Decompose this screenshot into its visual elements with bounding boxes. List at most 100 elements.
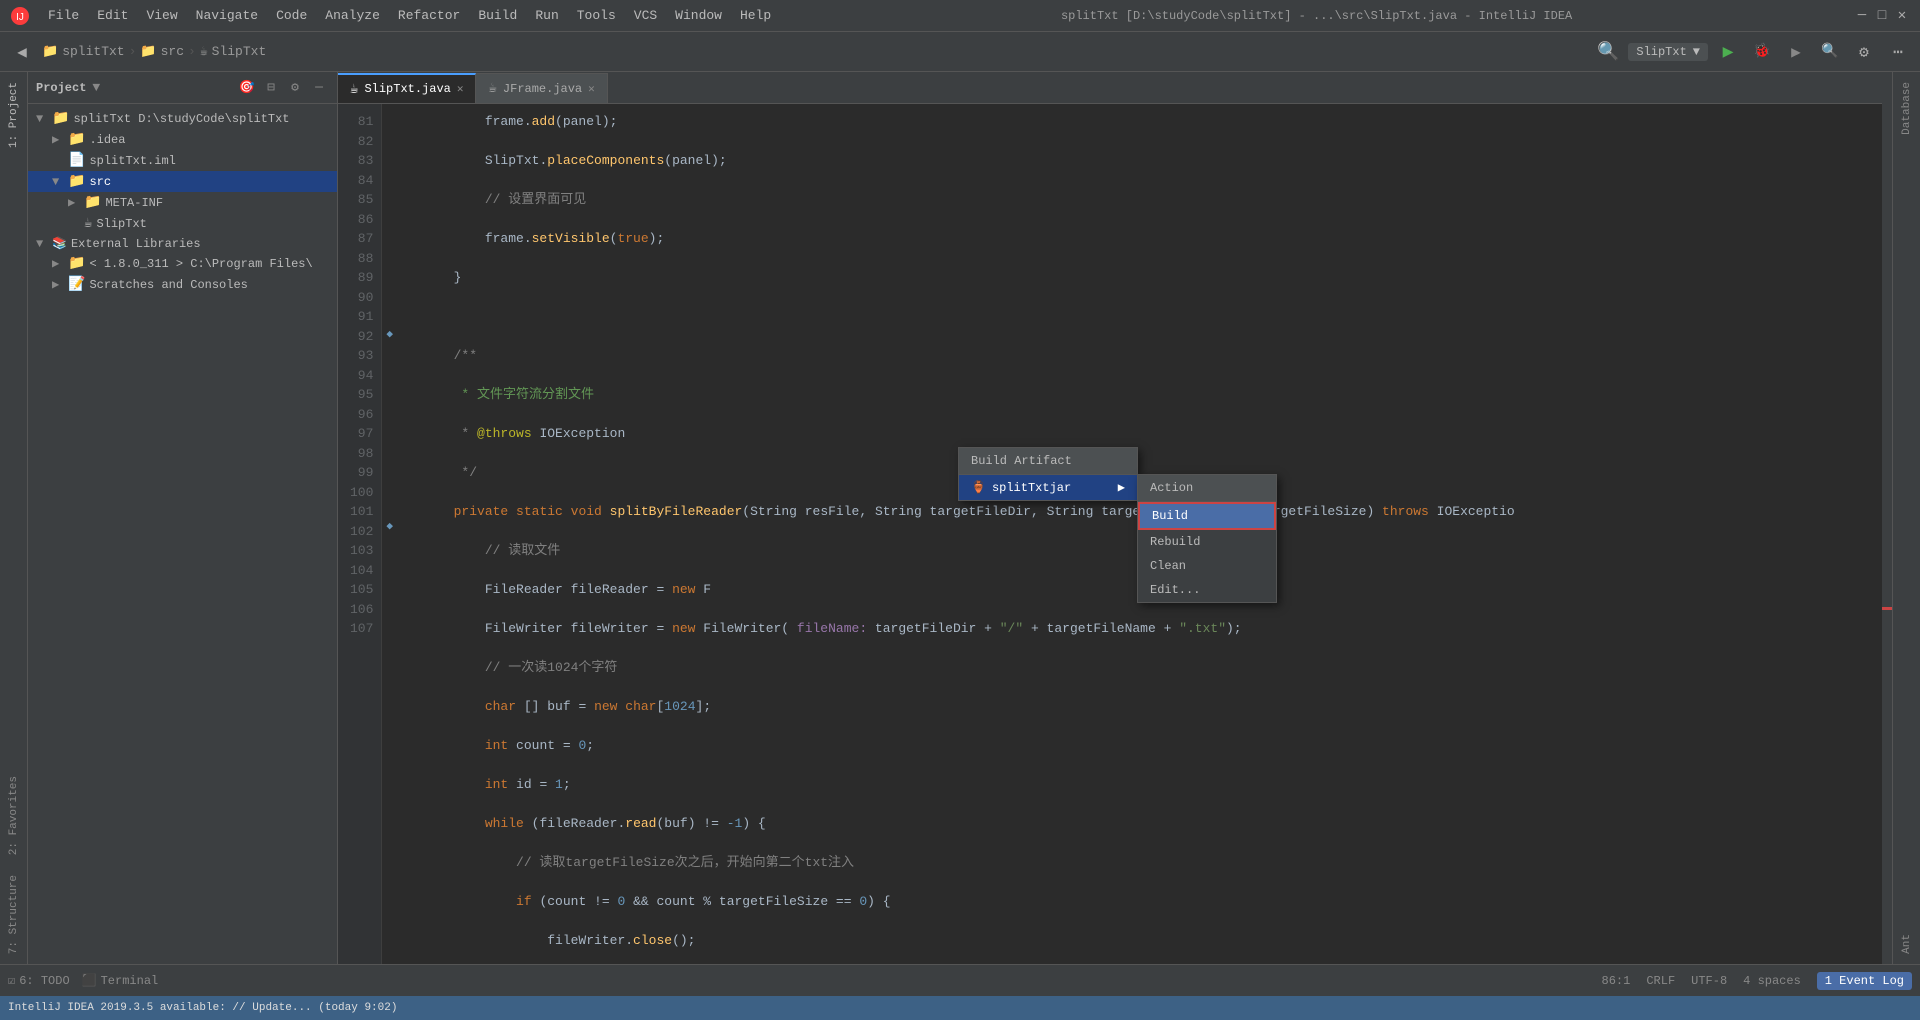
menu-file[interactable]: File [40,6,87,25]
breadcrumb-file[interactable]: SlipTxt [212,44,267,59]
menu-run[interactable]: Run [527,6,566,25]
artifact-row: 🏺 splitTxtjar ▶ Action Build Rebuild [959,475,1137,500]
search-button[interactable]: 🔍 [1816,38,1844,66]
window-controls: ─ □ ✕ [1854,8,1910,24]
build-artifact-header: Build Artifact [959,448,1137,475]
menu-edit[interactable]: Edit [89,6,136,25]
collapse-all-icon[interactable]: ⊟ [261,78,281,98]
error-mark [1882,607,1892,610]
menu-vcs[interactable]: VCS [626,6,665,25]
tree-item-scratches[interactable]: ▶ 📝 Scratches and Consoles [28,274,337,295]
artifact-name: splitTxtjar [992,481,1071,495]
breadcrumb-project[interactable]: splitTxt [62,44,124,59]
tree-item-external-libs[interactable]: ▼ 📚 External Libraries [28,234,337,253]
action-edit[interactable]: Edit... [1138,578,1276,602]
gutter: . . . . . . . . . . . ◆ . . . . . . . . [382,104,410,964]
status-info: 86:1 CRLF UTF-8 4 spaces [1602,974,1801,988]
run-button[interactable]: ▶ [1714,38,1742,66]
action-build[interactable]: Build [1138,502,1276,530]
tree-item-src[interactable]: ▼ 📁 src [28,171,337,192]
tab-bar: ☕ SlipTxt.java ✕ ☕ JFrame.java ✕ [338,72,1892,104]
tab-jframe-close[interactable]: ✕ [588,82,595,96]
svg-text:IJ: IJ [16,12,24,23]
project-panel-header: Project ▼ 🎯 ⊟ ⚙ ─ [28,72,337,104]
database-panel-tab[interactable]: Database [1897,72,1917,145]
debug-button[interactable]: 🐞 [1748,38,1776,66]
favorites-panel-tab[interactable]: 2: Favorites [4,766,24,865]
menu-help[interactable]: Help [732,6,779,25]
terminal-tab[interactable]: ⬛ Terminal [82,973,159,988]
project-panel: Project ▼ 🎯 ⊟ ⚙ ─ ▼ 📁 splitTxt D:\studyC… [28,72,338,964]
tab-jframe-icon: ☕ [488,80,496,97]
close-panel-icon[interactable]: ─ [309,78,329,98]
menu-refactor[interactable]: Refactor [390,6,468,25]
tree-item-sliptxt[interactable]: ▶ ☕ SlipTxt [28,213,337,234]
terminal-icon: ⬛ [82,973,97,988]
rebuild-label: Rebuild [1150,535,1200,549]
menu-navigate[interactable]: Navigate [188,6,266,25]
coverage-button[interactable]: ▶ [1782,38,1810,66]
close-button[interactable]: ✕ [1894,8,1910,24]
jar-icon: 🏺 [971,480,986,495]
menu-analyze[interactable]: Analyze [317,6,388,25]
build-artifact-popup: Build Artifact 🏺 splitTxtjar ▶ Action Bu… [958,447,1138,501]
line-ending: CRLF [1646,974,1675,988]
config-dropdown-icon: ▼ [1693,45,1700,59]
status-bar: IntelliJ IDEA 2019.3.5 available: // Upd… [0,996,1920,1020]
tree-item-meta-inf[interactable]: ▶ 📁 META-INF [28,192,337,213]
main-area: 1: Project 2: Favorites 7: Structure Pro… [0,72,1920,964]
menu-tools[interactable]: Tools [569,6,624,25]
project-panel-tab[interactable]: 1: Project [4,72,24,158]
ant-panel-tab[interactable]: Ant [1897,924,1917,964]
locate-file-icon[interactable]: 🎯 [237,78,257,98]
back-button[interactable]: ◀ [8,38,36,66]
tab-sliptxt-icon: ☕ [350,81,358,98]
todo-label: 6: TODO [19,974,69,988]
status-text: IntelliJ IDEA 2019.3.5 available: // Upd… [8,1002,397,1014]
more-button[interactable]: ⋯ [1884,38,1912,66]
action-rebuild[interactable]: Rebuild [1138,530,1276,554]
action-header: Action [1138,475,1276,502]
tab-jframe[interactable]: ☕ JFrame.java ✕ [476,73,607,103]
tree-item-iml[interactable]: ▶ 📄 splitTxt.iml [28,150,337,171]
menu-build[interactable]: Build [470,6,525,25]
breadcrumb-src[interactable]: src [161,44,184,59]
menu-window[interactable]: Window [667,6,730,25]
minimize-button[interactable]: ─ [1854,8,1870,24]
event-log[interactable]: 1 Event Log [1817,972,1912,990]
artifact-splittxtjar[interactable]: 🏺 splitTxtjar ▶ [959,475,1137,500]
indent: 4 spaces [1743,974,1801,988]
maximize-button[interactable]: □ [1874,8,1890,24]
run-configuration[interactable]: SlipTxt ▼ [1628,43,1708,61]
settings-button[interactable]: ⚙ [1850,38,1878,66]
tab-jframe-label: JFrame.java [503,82,582,96]
todo-tab[interactable]: ☑ 6: TODO [8,973,70,988]
event-log-label: 1 Event Log [1825,974,1904,988]
clean-label: Clean [1150,559,1186,573]
menu-bar: File Edit View Navigate Code Analyze Ref… [40,6,779,25]
tab-sliptxt[interactable]: ☕ SlipTxt.java ✕ [338,73,476,103]
tree-item-jdk[interactable]: ▶ 📁 < 1.8.0_311 > C:\Program Files\ [28,253,337,274]
window-title: splitTxt [D:\studyCode\splitTxt] - ...\s… [779,9,1854,23]
tab-sliptxt-close[interactable]: ✕ [457,82,464,96]
action-clean[interactable]: Clean [1138,554,1276,578]
todo-icon: ☑ [8,973,15,988]
tree-item-idea[interactable]: ▶ 📁 .idea [28,129,337,150]
structure-panel-tab[interactable]: 7: Structure [4,865,24,964]
tab-sliptxt-label: SlipTxt.java [364,82,450,96]
tree-item-splittxt[interactable]: ▼ 📁 splitTxt D:\studyCode\splitTxt [28,108,337,129]
menu-view[interactable]: View [138,6,185,25]
breadcrumb-src-icon: 📁 [140,44,156,59]
title-bar: IJ File Edit View Navigate Code Analyze … [0,0,1920,32]
search-everywhere-button[interactable]: 🔍 [1594,38,1622,66]
code-editor[interactable]: 81 82 83 84 85 86 87 88 89 90 91 92 93 9… [338,104,1892,964]
cursor-position: 86:1 [1602,974,1631,988]
bottom-bar: ☑ 6: TODO ⬛ Terminal 86:1 CRLF UTF-8 4 s… [0,964,1920,996]
panel-icons: 🎯 ⊟ ⚙ ─ [237,78,329,98]
action-submenu: Action Build Rebuild Clean Edit... [1137,474,1277,603]
menu-code[interactable]: Code [268,6,315,25]
toolbar: ◀ 📁 splitTxt › 📁 src › ☕ SlipTxt 🔍 SlipT… [0,32,1920,72]
editor-area: ☕ SlipTxt.java ✕ ☕ JFrame.java ✕ 81 82 8… [338,72,1892,964]
settings-icon[interactable]: ⚙ [285,78,305,98]
error-stripe [1882,72,1892,964]
